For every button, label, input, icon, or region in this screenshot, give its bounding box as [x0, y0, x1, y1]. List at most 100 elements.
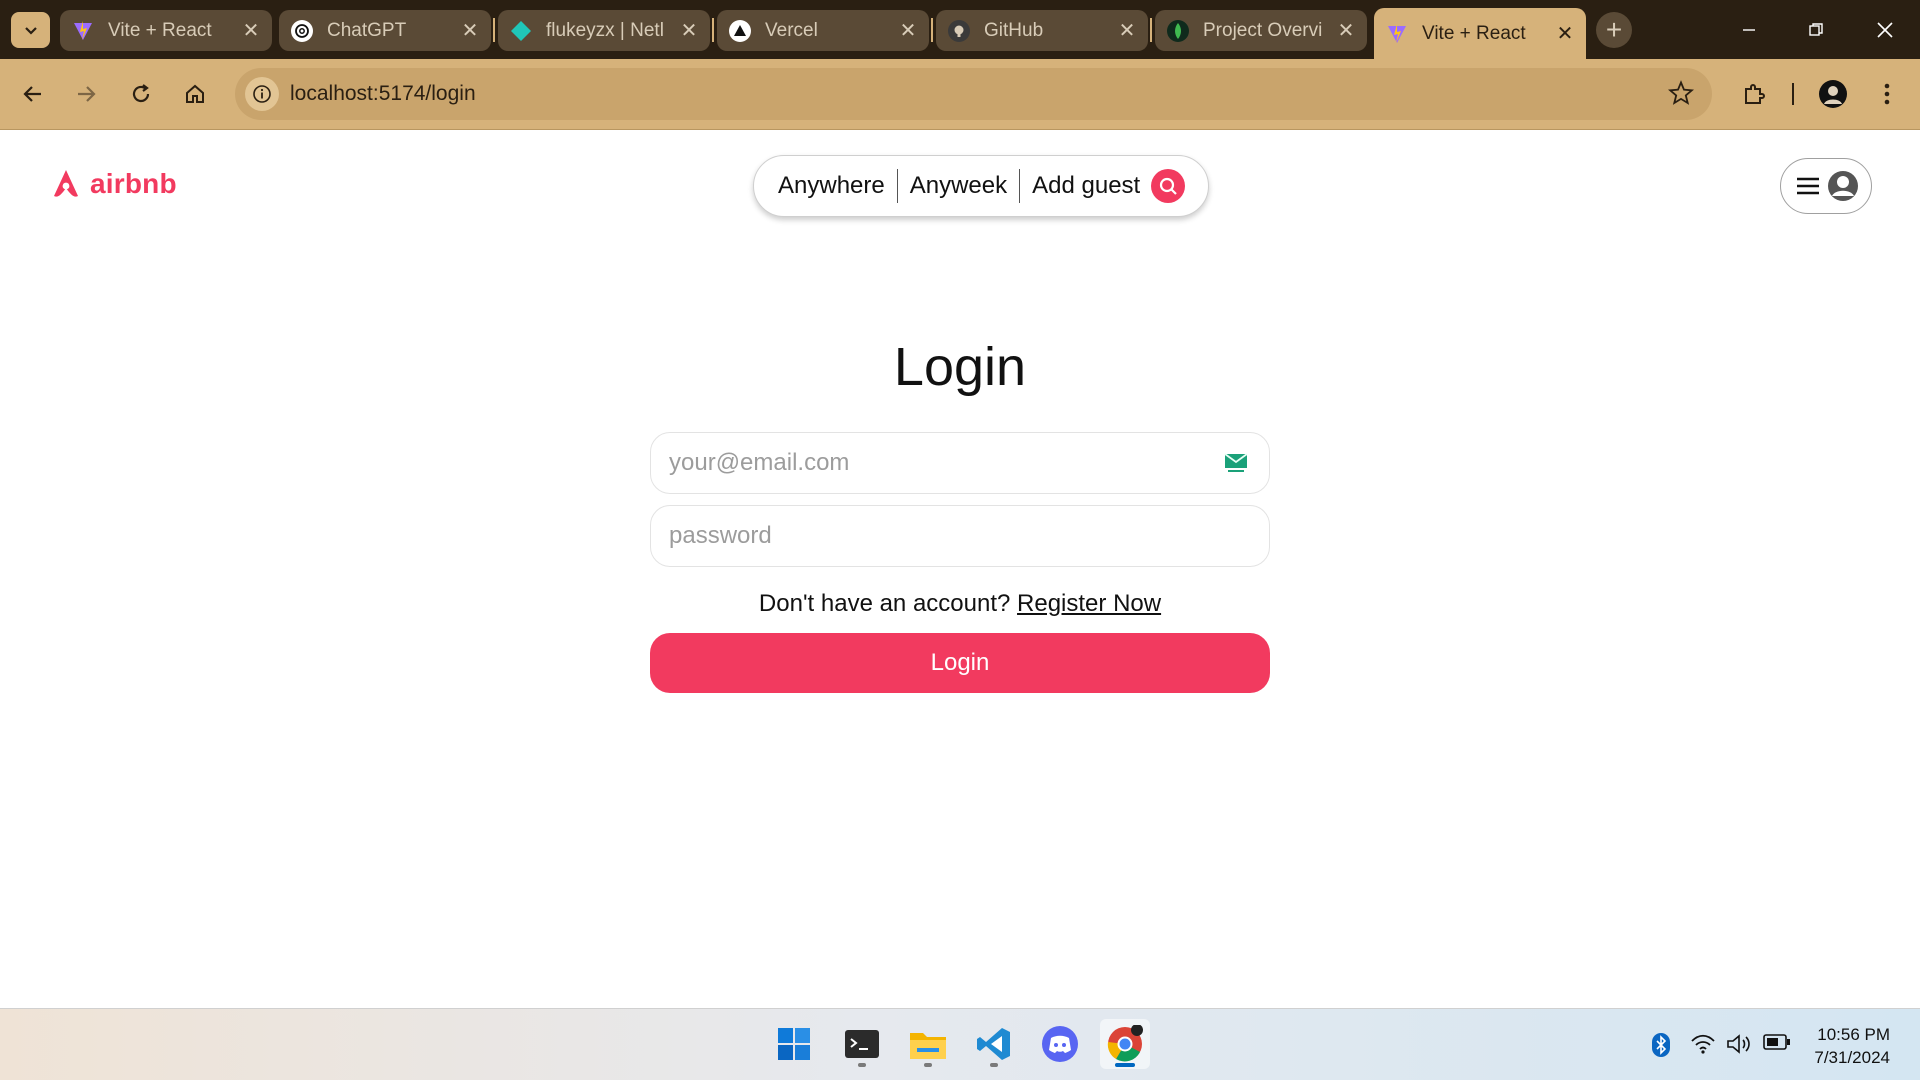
- network-tray[interactable]: [1690, 1033, 1716, 1055]
- chrome-icon: [1107, 1025, 1143, 1062]
- chevron-down-icon: [24, 27, 37, 35]
- email-field[interactable]: [650, 432, 1270, 494]
- volume-icon: [1727, 1034, 1750, 1054]
- close-window-button[interactable]: [1856, 0, 1914, 59]
- close-icon[interactable]: ✕: [242, 18, 260, 43]
- close-icon[interactable]: ✕: [899, 18, 917, 43]
- vite-icon: [1386, 23, 1408, 45]
- tab-title: flukeyzx | Netl: [546, 19, 664, 41]
- extensions-button[interactable]: [1736, 76, 1772, 112]
- more-vertical-icon: [1884, 83, 1890, 105]
- browser-tab-strip: Vite + React ✕ ChatGPT ✕ flukeyzx | Netl…: [0, 0, 1920, 59]
- clock-date: 7/31/2024: [1814, 1048, 1890, 1067]
- reload-icon: [132, 84, 150, 103]
- login-title: Login: [893, 337, 1027, 397]
- airbnb-logo-icon: [54, 170, 78, 197]
- search-anywhere[interactable]: Anywhere: [778, 172, 885, 200]
- browser-tab[interactable]: flukeyzx | Netl ✕: [498, 10, 710, 51]
- volume-tray[interactable]: [1726, 1033, 1752, 1055]
- system-clock[interactable]: 10:56 PM 7/31/2024: [1814, 1023, 1890, 1069]
- tab-title: ChatGPT: [327, 19, 407, 41]
- tab-title: Vite + React: [1422, 22, 1526, 44]
- new-tab-button[interactable]: +: [1596, 12, 1632, 48]
- browser-tab[interactable]: Vite + React ✕: [60, 10, 272, 51]
- register-now-link[interactable]: Register Now: [1017, 590, 1161, 617]
- github-icon: [948, 19, 970, 42]
- tab-title: Vercel: [765, 19, 818, 41]
- logo-text: airbnb: [90, 168, 177, 199]
- vite-icon: [72, 20, 94, 42]
- plus-icon: +: [1605, 14, 1623, 45]
- tab-separator: [493, 18, 495, 42]
- search-anyweek[interactable]: Anyweek: [910, 172, 1007, 200]
- user-menu-button[interactable]: [1780, 158, 1872, 214]
- close-icon[interactable]: ✕: [461, 18, 479, 43]
- tab-title: Project Overvi: [1203, 19, 1323, 41]
- avatar-icon: [1819, 80, 1847, 108]
- forward-button[interactable]: [68, 76, 104, 112]
- minimize-button[interactable]: [1720, 0, 1778, 59]
- file-explorer-icon: [910, 1033, 946, 1059]
- search-button[interactable]: [1151, 169, 1185, 203]
- restore-button[interactable]: [1787, 0, 1845, 59]
- restore-icon: [1809, 22, 1823, 36]
- clock-time: 10:56 PM: [1817, 1025, 1890, 1044]
- home-icon: [186, 84, 204, 103]
- address-bar[interactable]: localhost:5174/login: [235, 68, 1712, 120]
- running-indicator: [924, 1063, 932, 1067]
- taskbar-app-vscode[interactable]: [969, 1019, 1019, 1069]
- bluetooth-icon: [1652, 1033, 1670, 1057]
- mail-extension-icon[interactable]: [1224, 452, 1248, 474]
- battery-tray[interactable]: [1763, 1033, 1791, 1051]
- password-field[interactable]: [650, 505, 1270, 567]
- url-text[interactable]: localhost:5174/login: [290, 82, 476, 106]
- browser-tab[interactable]: Vercel ✕: [717, 10, 929, 51]
- arrow-right-icon: [78, 86, 96, 102]
- login-button[interactable]: Login: [650, 633, 1270, 693]
- discord-icon: [1042, 1026, 1078, 1062]
- browser-tab[interactable]: GitHub ✕: [936, 10, 1148, 51]
- back-button[interactable]: [15, 76, 51, 112]
- browser-tab[interactable]: Project Overvi ✕: [1155, 10, 1367, 51]
- home-button[interactable]: [177, 76, 213, 112]
- search-add-guest[interactable]: Add guest: [1032, 172, 1140, 200]
- tab-separator: [931, 18, 933, 42]
- reload-button[interactable]: [123, 76, 159, 112]
- bookmark-star-button[interactable]: [1667, 80, 1695, 111]
- star-icon: [1667, 80, 1695, 105]
- bluetooth-tray[interactable]: [1651, 1033, 1671, 1057]
- airbnb-logo[interactable]: airbnb: [50, 168, 177, 200]
- netlify-icon: [510, 20, 532, 42]
- close-icon[interactable]: ✕: [680, 18, 698, 43]
- site-info-button[interactable]: [245, 77, 279, 111]
- user-avatar-icon: [1828, 171, 1858, 201]
- profile-button[interactable]: [1815, 76, 1851, 112]
- close-icon[interactable]: ✕: [1118, 18, 1136, 43]
- tab-separator: [712, 18, 714, 42]
- taskbar-app-discord[interactable]: [1035, 1019, 1085, 1069]
- browser-tab[interactable]: ChatGPT ✕: [279, 10, 491, 51]
- register-prompt-text: Don't have an account?: [758, 590, 1011, 617]
- taskbar-app-terminal[interactable]: [837, 1019, 887, 1069]
- terminal-icon: [845, 1030, 879, 1058]
- windows-start-icon: [778, 1028, 810, 1060]
- windows-taskbar: 10:56 PM 7/31/2024: [0, 1008, 1920, 1080]
- tab-separator: [1150, 18, 1152, 42]
- browser-tab-active[interactable]: Vite + React ✕: [1374, 8, 1586, 59]
- tab-search-button[interactable]: [11, 12, 50, 48]
- battery-icon: [1763, 1034, 1790, 1050]
- search-divider: [1019, 169, 1021, 203]
- taskbar-app-chrome[interactable]: [1100, 1019, 1150, 1069]
- browser-menu-button[interactable]: [1869, 76, 1905, 112]
- minimize-icon: [1743, 28, 1755, 31]
- taskbar-app-file-explorer[interactable]: [903, 1019, 953, 1069]
- search-bar[interactable]: Anywhere Anyweek Add guest: [753, 155, 1209, 217]
- running-indicator: [1115, 1063, 1135, 1067]
- arrow-left-icon: [23, 86, 41, 102]
- vscode-icon: [977, 1028, 1010, 1060]
- close-icon[interactable]: ✕: [1556, 21, 1574, 46]
- toolbar-divider: [1792, 83, 1794, 105]
- close-icon[interactable]: ✕: [1337, 18, 1355, 43]
- windows-start-button[interactable]: [769, 1019, 819, 1069]
- browser-toolbar: localhost:5174/login: [0, 59, 1920, 130]
